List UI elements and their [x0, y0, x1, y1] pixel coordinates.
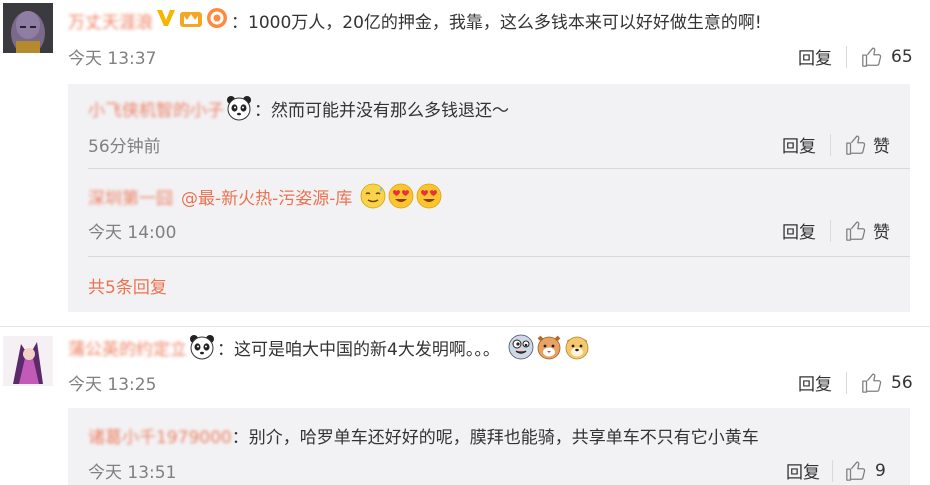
crown-badge-icon — [179, 8, 203, 32]
more-replies-link[interactable]: 共5条回复 — [88, 273, 167, 298]
comment-header: 万丈天涯浪 ：1000万人，20亿的押金，我靠，这么多钱本来可以好好做生意的啊! — [68, 6, 762, 34]
reply-button[interactable]: 回复 — [798, 370, 832, 395]
separator — [832, 459, 833, 482]
like-button[interactable]: 9 — [845, 460, 886, 482]
comment-divider — [0, 326, 930, 327]
medal-badge-icon — [205, 6, 229, 34]
reply-text: ：然而可能并没有那么多钱退还～ — [254, 100, 509, 121]
like-label: 赞 — [873, 223, 890, 243]
thumbs-up-icon — [861, 372, 883, 394]
separator — [846, 45, 847, 68]
mention-link[interactable]: @最-新火热-污姿源-库 — [181, 184, 352, 209]
separator — [846, 371, 847, 394]
heart-eyes-emoji-icon — [416, 183, 442, 209]
like-button[interactable]: 56 — [861, 372, 913, 394]
reply-actions: 回复 9 — [786, 458, 886, 483]
divider — [88, 168, 910, 169]
comment-time: 今天 13:25 — [68, 375, 157, 395]
like-label: 赞 — [873, 137, 890, 157]
cat-emoji-icon — [536, 334, 562, 360]
reply-header: 深圳第一囧 @最-新火热-污姿源-库 — [88, 181, 442, 211]
user-avatar[interactable] — [3, 3, 53, 53]
thumbs-up-icon — [845, 460, 867, 482]
sweat-smile-emoji-icon — [360, 183, 386, 209]
reply-text: ：别介，哈罗单车还好好的呢，膜拜也能骑，共享单车不只有它小黄车 — [231, 427, 759, 448]
username-link[interactable]: 深圳第一囧 — [88, 184, 173, 209]
separator — [830, 219, 831, 242]
comment-text: ：1000万人，20亿的押金，我靠，这么多钱本来可以好好做生意的啊! — [231, 12, 762, 33]
reply-time: 56分钟前 — [88, 137, 161, 157]
reply-button[interactable]: 回复 — [786, 458, 820, 483]
reply-button[interactable]: 回复 — [782, 218, 816, 243]
verified-v-icon — [155, 8, 177, 32]
thumbs-up-icon — [861, 46, 883, 68]
comment-time: 今天 13:37 — [68, 49, 157, 69]
like-button[interactable]: 赞 — [845, 218, 890, 243]
reply-time: 今天 14:00 — [88, 223, 177, 243]
username-link[interactable]: 蒲公英的约定立 — [68, 335, 187, 360]
separator — [830, 133, 831, 156]
thumbs-up-icon — [845, 134, 867, 156]
reply-actions: 回复 赞 — [782, 132, 890, 157]
user-avatar[interactable] — [3, 336, 53, 386]
heart-eyes-emoji-icon — [388, 183, 414, 209]
like-button[interactable]: 65 — [861, 46, 913, 68]
comment-text: ：这可是咱大中国的新4大发明啊。。。 — [217, 339, 500, 360]
reply-header: 诸葛小千1979000 ：别介，哈罗单车还好好的呢，膜拜也能骑，共享单车不只有它… — [88, 422, 759, 448]
reply-button[interactable]: 回复 — [782, 132, 816, 157]
comment-actions: 回复 56 — [798, 370, 913, 395]
thumbs-up-icon — [845, 220, 867, 242]
doge-emoji-icon — [564, 334, 590, 360]
panda-emoji-icon — [189, 334, 215, 360]
username-link[interactable]: 诸葛小千1979000 — [88, 423, 232, 448]
reply-button[interactable]: 回复 — [798, 44, 832, 69]
like-count: 65 — [891, 46, 913, 67]
like-button[interactable]: 赞 — [845, 132, 890, 157]
divider — [88, 256, 910, 257]
like-count: 9 — [875, 460, 886, 481]
reply-header: 小飞侠机智的小子 ：然而可能并没有那么多钱退还～ — [88, 94, 509, 122]
username-link[interactable]: 万丈天涯浪 — [68, 8, 153, 33]
comment-actions: 回复 65 — [798, 44, 913, 69]
reply-time: 今天 13:51 — [88, 463, 177, 483]
username-link[interactable]: 小飞侠机智的小子 — [88, 96, 224, 121]
reply-actions: 回复 赞 — [782, 218, 890, 243]
like-count: 56 — [891, 372, 913, 393]
crazy-face-emoji-icon — [508, 334, 534, 360]
panda-emoji-icon — [226, 95, 252, 121]
comment-header: 蒲公英的约定立 ：这可是咱大中国的新4大发明啊。。。 — [68, 332, 590, 362]
